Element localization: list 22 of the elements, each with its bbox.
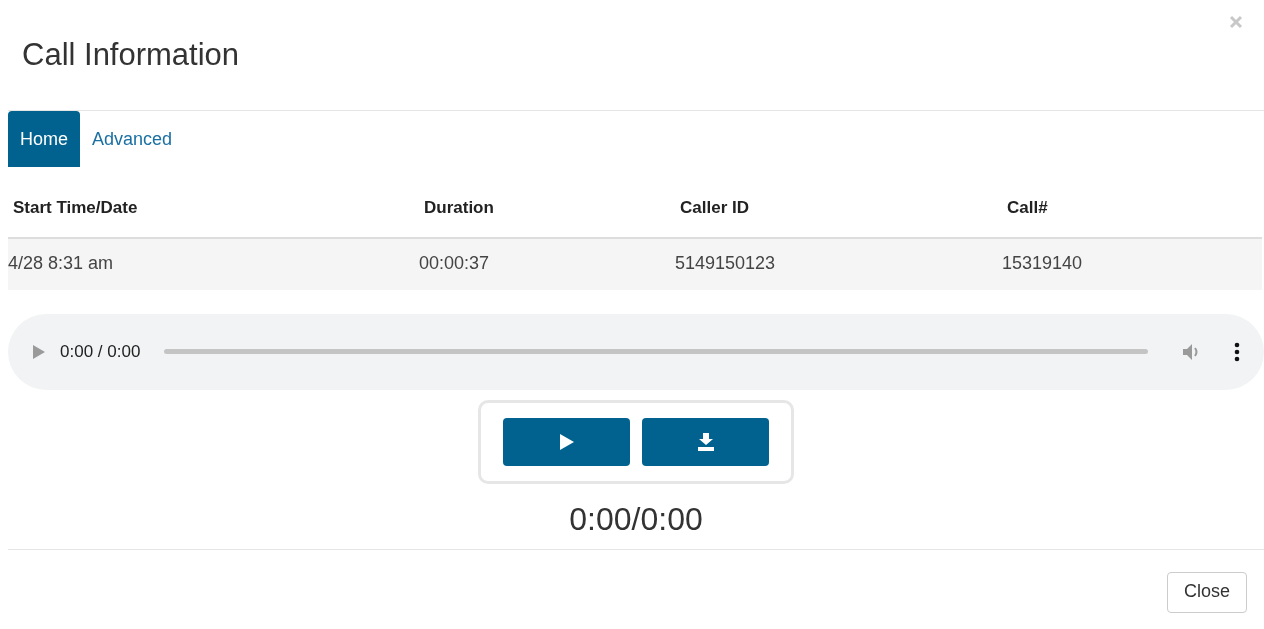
column-header: Start Time/Date [12, 197, 139, 219]
column-header: Caller ID [679, 197, 750, 219]
seek-track[interactable] [164, 349, 1148, 354]
close-button[interactable]: Close [1166, 571, 1247, 614]
tab[interactable]: Advanced [80, 111, 185, 167]
dialog-title: Call Information [22, 36, 240, 74]
tab[interactable]: Home [8, 111, 80, 167]
playback-time: 0:00 / 0:00 [60, 340, 141, 363]
playback-time: 0:00/0:00 [568, 501, 704, 537]
play-icon[interactable] [32, 343, 46, 360]
table-cell: 00:00:37 [419, 236, 675, 290]
play-icon [558, 432, 575, 451]
column-header: Call# [1006, 197, 1049, 219]
close-icon[interactable] [1228, 14, 1244, 30]
table-cell: 15319140 [1002, 236, 1262, 290]
table-cell: 4/28 8:31 am [8, 236, 419, 290]
download-icon [696, 432, 715, 451]
download-button[interactable] [642, 417, 769, 466]
play-button[interactable] [503, 417, 630, 466]
more-options-icon[interactable] [1234, 341, 1240, 362]
column-header: Duration [423, 197, 495, 219]
table-cell: 5149150123 [675, 236, 1002, 290]
